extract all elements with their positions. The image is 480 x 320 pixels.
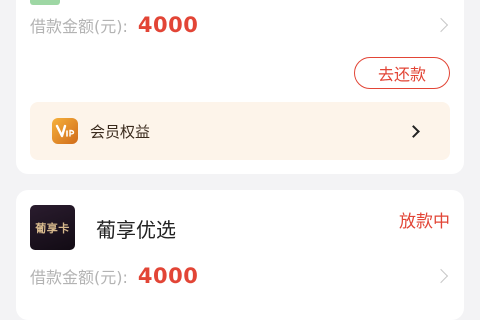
amount-label: 借款金额(元): [30,268,128,287]
loan-amount-row[interactable]: 借款金额(元): 4000 [30,261,450,291]
repay-button[interactable]: 去还款 [354,57,450,89]
chevron-right-icon [433,268,449,284]
product-card[interactable]: 葡享卡 葡享优选 放款中 借款金额(元): 4000 [16,190,464,320]
chevron-right-icon [433,17,449,33]
amount-value: 4000 [137,13,199,37]
vip-benefits-label: 会员权益 [90,122,151,141]
product-logo: 葡享卡 [30,205,75,250]
product-logo-text: 葡享卡 [35,221,70,235]
status-badge: 放款中 [399,212,450,232]
vip-badge-icon [52,118,78,144]
status-accent-bar [30,0,60,5]
product-name: 葡享优选 [96,218,176,242]
loan-amount-row[interactable]: 借款金额(元): 4000 [30,10,450,40]
loan-card: 借款金额(元): 4000 去还款 会员权益 [16,0,464,174]
vip-benefits-banner[interactable]: 会员权益 [30,102,450,160]
chevron-right-icon [407,124,420,138]
amount-value: 4000 [137,264,199,288]
amount-label: 借款金额(元): [30,17,128,36]
